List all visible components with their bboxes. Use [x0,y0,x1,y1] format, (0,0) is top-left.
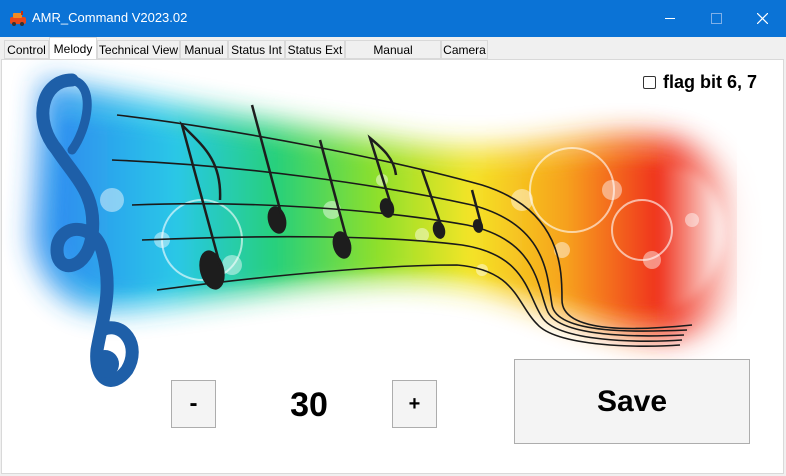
robot-app-icon [10,11,26,26]
minimize-button[interactable] [647,0,693,37]
minimize-icon [665,18,675,19]
checkbox-icon[interactable] [643,75,656,89]
tab-control[interactable]: Control [4,40,49,59]
tab-camera[interactable]: Camera [441,40,488,59]
tab-status-ext[interactable]: Status Ext [285,40,345,59]
increment-label: + [408,392,421,415]
tab-manual-command[interactable]: Manual Command [345,40,441,76]
melody-value: 30 [290,386,328,424]
title-bar[interactable]: AMR_Command V2023.02 [0,0,786,37]
tab-strip: Control Melody Technical View Manual Sta… [0,37,786,76]
tab-manual[interactable]: Manual [180,40,228,59]
flag-bit-checkbox[interactable]: flag bit 6, 7 [643,72,757,92]
window-title: AMR_Command V2023.02 [32,10,188,25]
tab-melody[interactable]: Melody [49,37,97,60]
maximize-button[interactable] [693,0,739,37]
decrement-button[interactable]: - [171,380,216,428]
decrement-label: - [189,390,198,417]
flag-bit-label: flag bit 6, 7 [663,71,758,92]
app-window: AMR_Command V2023.02 Control Melody Tech… [0,0,786,476]
save-button[interactable]: Save [514,359,750,444]
tab-status-int[interactable]: Status Int [228,40,285,59]
save-label: Save [596,384,668,418]
close-button[interactable] [739,0,785,37]
increment-button[interactable]: + [392,380,437,428]
close-icon [757,13,768,24]
melody-panel: flag bit 6, 7 - 30 + Save [1,59,784,474]
tab-technical-view[interactable]: Technical View [97,40,180,59]
maximize-icon [711,13,722,24]
